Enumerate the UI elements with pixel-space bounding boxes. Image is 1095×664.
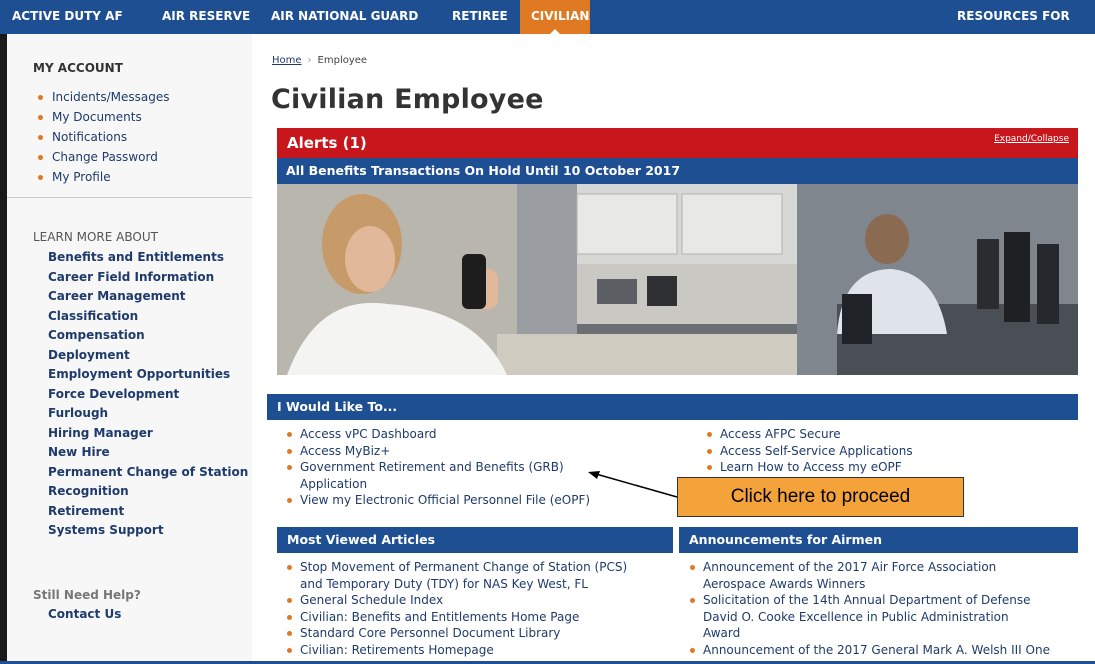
my-account-heading: MY ACCOUNT <box>33 61 123 75</box>
learn-item-retirement[interactable]: Retirement <box>48 502 248 522</box>
help-heading: Still Need Help? <box>33 588 141 602</box>
account-item-change-password[interactable]: Change Password <box>37 147 170 167</box>
announcements-header: Announcements for Airmen <box>679 527 1078 553</box>
grb-line-1[interactable]: Government Retirement and Benefits (GRB) <box>300 460 564 474</box>
contact-us-link[interactable]: Contact Us <box>48 607 121 621</box>
learn-item-pcs[interactable]: Permanent Change of Station <box>48 463 248 483</box>
link-vpc-dashboard[interactable]: Access vPC Dashboard <box>284 426 590 443</box>
article-core-document-library[interactable]: Standard Core Personnel Document Library <box>284 625 627 642</box>
link-grb-application[interactable]: Government Retirement and Benefits (GRB)… <box>284 459 590 492</box>
article-general-schedule[interactable]: General Schedule Index <box>284 592 627 609</box>
learn-item-furlough[interactable]: Furlough <box>48 404 248 424</box>
announcement-line[interactable]: Aerospace Awards Winners <box>703 577 865 591</box>
account-item-notifications[interactable]: Notifications <box>37 127 170 147</box>
i-would-like-left-list: Access vPC Dashboard Access MyBiz+ Gover… <box>284 426 590 509</box>
announcement-cooke-award[interactable]: Solicitation of the 14th Annual Departme… <box>687 592 1050 642</box>
learn-item-employment[interactable]: Employment Opportunities <box>48 365 248 385</box>
learn-item-new-hire[interactable]: New Hire <box>48 443 248 463</box>
nav-air-national-guard[interactable]: AIR NATIONAL GUARD <box>271 0 418 34</box>
article-retirements-home[interactable]: Civilian: Retirements Homepage <box>284 642 627 659</box>
learn-more-heading: LEARN MORE ABOUT <box>33 230 158 244</box>
nav-active-duty-af[interactable]: ACTIVE DUTY AF <box>12 0 123 34</box>
alerts-header: Alerts (1) Expand/Collapse <box>277 128 1078 158</box>
breadcrumb-current: Employee <box>317 55 368 66</box>
announcement-line[interactable]: Solicitation of the 14th Annual Departme… <box>703 593 1031 607</box>
most-viewed-header: Most Viewed Articles <box>277 527 673 553</box>
link-afpc-secure[interactable]: Access AFPC Secure <box>704 426 913 443</box>
announcement-line[interactable]: David O. Cooke Excellence in Public Admi… <box>703 610 1009 624</box>
nav-resources-for-fss[interactable]: RESOURCES FOR FSS <box>957 0 1095 55</box>
grb-line-2[interactable]: Application <box>300 477 367 491</box>
learn-item-benefits[interactable]: Benefits and Entitlements <box>48 248 248 268</box>
nav-civilian[interactable]: CIVILIAN <box>520 0 590 34</box>
page-title: Civilian Employee <box>271 84 544 115</box>
account-item-documents[interactable]: My Documents <box>37 107 170 127</box>
breadcrumb-separator: › <box>307 55 312 66</box>
announcement-afa-awards[interactable]: Announcement of the 2017 Air Force Assoc… <box>687 559 1050 592</box>
hero-photo <box>277 184 1078 375</box>
i-would-like-right-list: Access AFPC Secure Access Self-Service A… <box>704 426 913 476</box>
learn-item-career-management[interactable]: Career Management <box>48 287 248 307</box>
account-menu: Incidents/Messages My Documents Notifica… <box>37 87 170 187</box>
alert-message[interactable]: All Benefits Transactions On Hold Until … <box>277 158 1078 184</box>
link-eopf[interactable]: View my Electronic Official Personnel Fi… <box>284 492 590 509</box>
learn-item-classification[interactable]: Classification <box>48 307 248 327</box>
callout-annotation: Click here to proceed <box>677 477 964 517</box>
learn-more-menu: Benefits and Entitlements Career Field I… <box>48 248 248 541</box>
article-line[interactable]: and Temporary Duty (TDY) for NAS Key Wes… <box>300 577 588 591</box>
breadcrumb-home-link[interactable]: Home <box>272 55 302 66</box>
account-item-incidents[interactable]: Incidents/Messages <box>37 87 170 107</box>
learn-item-recognition[interactable]: Recognition <box>48 482 248 502</box>
most-viewed-list: Stop Movement of Permanent Change of Sta… <box>284 559 627 658</box>
link-mybiz[interactable]: Access MyBiz+ <box>284 443 590 460</box>
learn-item-career-field[interactable]: Career Field Information <box>48 268 248 288</box>
nav-retiree[interactable]: RETIREE <box>452 0 508 34</box>
announcement-line[interactable]: Announcement of the 2017 Air Force Assoc… <box>703 560 996 574</box>
nav-air-reserve[interactable]: AIR RESERVE <box>162 0 250 34</box>
announcement-line[interactable]: Award <box>703 626 740 640</box>
left-frame-border <box>0 34 7 664</box>
announcements-list: Announcement of the 2017 Air Force Assoc… <box>687 559 1050 658</box>
learn-item-deployment[interactable]: Deployment <box>48 346 248 366</box>
learn-item-systems-support[interactable]: Systems Support <box>48 521 248 541</box>
article-line[interactable]: Stop Movement of Permanent Change of Sta… <box>300 560 627 574</box>
sidebar-divider <box>7 197 252 198</box>
article-stop-movement[interactable]: Stop Movement of Permanent Change of Sta… <box>284 559 627 592</box>
breadcrumb: Home › Employee <box>272 55 367 66</box>
announcement-welsh-award[interactable]: Announcement of the 2017 General Mark A.… <box>687 642 1050 659</box>
article-benefits-home[interactable]: Civilian: Benefits and Entitlements Home… <box>284 609 627 626</box>
link-access-eopf[interactable]: Learn How to Access my eOPF <box>704 459 913 476</box>
link-self-service[interactable]: Access Self-Service Applications <box>704 443 913 460</box>
i-would-like-to-header: I Would Like To... <box>267 394 1078 420</box>
expand-collapse-link[interactable]: Expand/Collapse <box>994 134 1069 144</box>
top-navigation: ACTIVE DUTY AF AIR RESERVE AIR NATIONAL … <box>0 0 1095 55</box>
hero-photo-illustration <box>277 184 1078 375</box>
learn-item-hiring-manager[interactable]: Hiring Manager <box>48 424 248 444</box>
learn-item-compensation[interactable]: Compensation <box>48 326 248 346</box>
sidebar: MY ACCOUNT Incidents/Messages My Documen… <box>7 34 252 664</box>
learn-item-force-development[interactable]: Force Development <box>48 385 248 405</box>
account-item-profile[interactable]: My Profile <box>37 167 170 187</box>
alerts-title: Alerts (1) <box>287 134 367 152</box>
